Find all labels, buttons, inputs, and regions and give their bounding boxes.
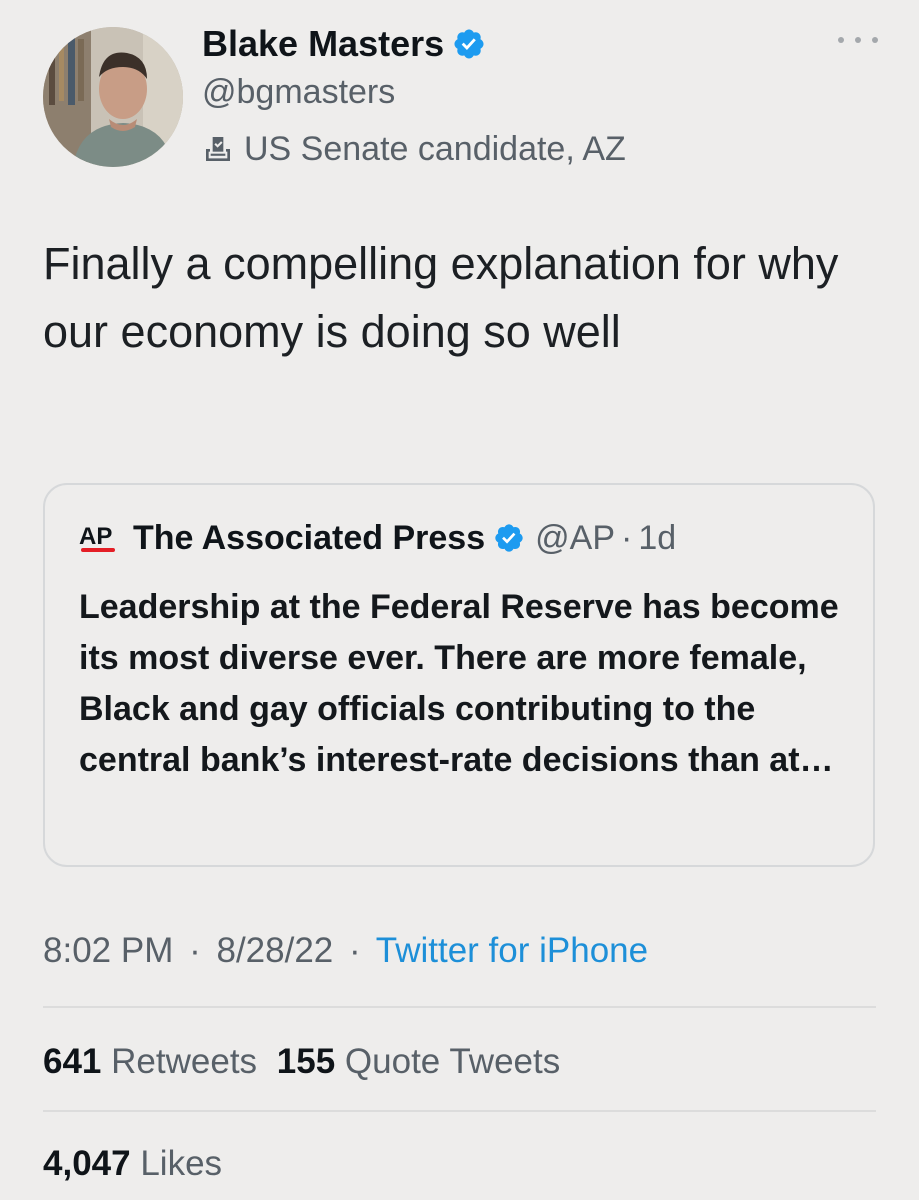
likes-stat[interactable]: 4,047 Likes (43, 1140, 222, 1188)
likes-label: Likes (140, 1144, 223, 1183)
quoted-tweet-age: 1d (638, 518, 677, 557)
ballot-box-icon (206, 137, 230, 161)
tweet-time[interactable]: 8:02 PM (43, 931, 173, 970)
quote-tweets-stat[interactable]: 155 Quote Tweets (277, 1042, 560, 1081)
ap-logo-text: AP (79, 523, 112, 550)
author-label-text: US Senate candidate, AZ (244, 130, 626, 168)
quote-tweets-label: Quote Tweets (344, 1042, 561, 1081)
verified-badge-icon (495, 524, 523, 552)
engagement-stats-row: 641 Retweets 155 Quote Tweets (43, 1038, 560, 1086)
likes-count: 4,047 (43, 1144, 131, 1183)
divider (43, 1006, 876, 1008)
quoted-author-handle[interactable]: @AP (535, 519, 615, 558)
author-handle[interactable]: @bgmasters (202, 72, 395, 112)
author-label: US Senate candidate, AZ (202, 128, 626, 170)
more-options-icon[interactable] (838, 30, 878, 50)
meta-separator: · (189, 931, 201, 970)
retweets-stat[interactable]: 641 Retweets (43, 1042, 267, 1081)
meta-separator: · (621, 518, 633, 557)
tweet-meta-row: 8:02 PM · 8/28/22 · Twitter for iPhone (43, 926, 648, 976)
verified-badge-icon (454, 29, 484, 59)
avatar[interactable] (43, 27, 183, 167)
divider (43, 1110, 876, 1112)
quoted-author-name[interactable]: The Associated Press (133, 519, 485, 558)
retweets-label: Retweets (111, 1042, 258, 1081)
quote-tweets-count: 155 (276, 1042, 336, 1081)
author-display-name[interactable]: Blake Masters (202, 22, 444, 66)
retweets-count: 641 (43, 1042, 102, 1081)
ap-logo: AP (79, 518, 119, 558)
tweet-source-link[interactable]: Twitter for iPhone (376, 931, 648, 970)
meta-separator: · (349, 931, 361, 970)
author-name-row[interactable]: Blake Masters (202, 22, 486, 66)
quoted-tweet-text: Leadership at the Federal Reserve has be… (79, 588, 839, 779)
avatar-photo (43, 27, 183, 167)
tweet-text: Finally a compelling explanation for why… (43, 238, 839, 357)
tweet-date[interactable]: 8/28/22 (216, 931, 333, 970)
quoted-tweet-header: AP The Associated Press @AP · 1d (79, 515, 676, 561)
ap-logo-graphic: AP (79, 523, 115, 552)
